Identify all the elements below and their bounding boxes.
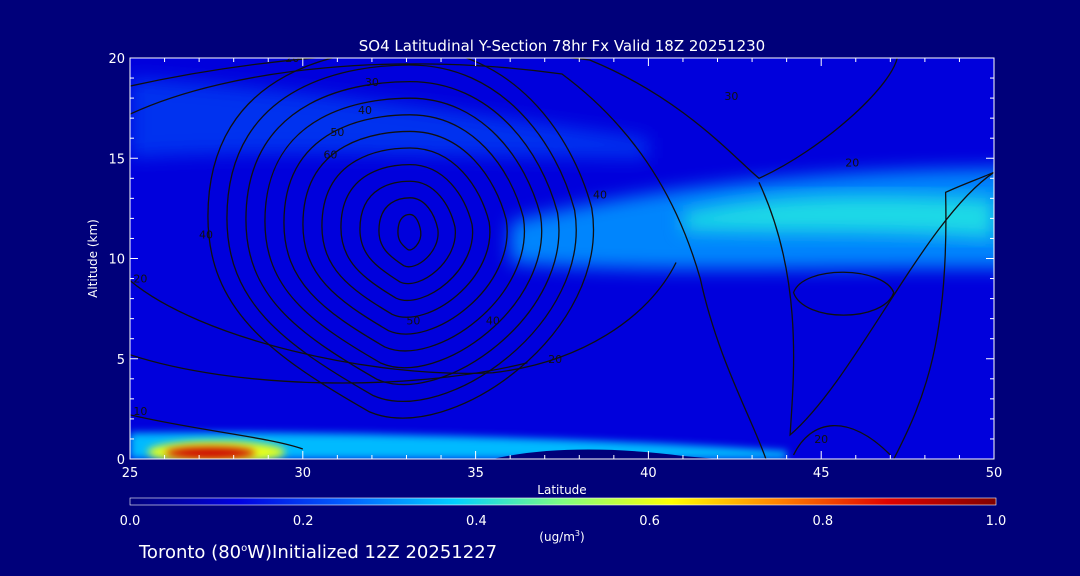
x-tick-label: 50: [986, 466, 1003, 481]
x-tick-label: 25: [122, 466, 139, 481]
x-tick-label: 45: [813, 466, 830, 481]
contour-label: 50: [406, 315, 420, 328]
field-surface-max-core: [165, 446, 256, 459]
contour-label: 20: [285, 52, 299, 65]
chart-svg: SO4 Latitudinal Y-Section 78hr Fx Valid …: [86, 37, 1007, 544]
colorbar-tick-label: 0.6: [639, 514, 660, 529]
contour-label: 10: [133, 405, 147, 418]
contour-label: 40: [486, 315, 500, 328]
contour-label: 40: [199, 228, 213, 241]
colorbar: 0.0 0.2 0.4 0.6 0.8 1.0 (ug/m3): [120, 497, 1007, 544]
contour-label: 20: [845, 156, 859, 169]
y-tick-label: 0: [117, 453, 125, 468]
contour-label: 20: [133, 273, 147, 286]
contour-label: 60: [323, 148, 337, 161]
footer-location: Toronto (80: [139, 542, 242, 563]
contour-label: 20: [548, 353, 562, 366]
y-tick-label: 10: [108, 253, 125, 268]
colorbar-unit-base: (ug/m: [539, 530, 575, 544]
colorbar-tick-label: 1.0: [986, 514, 1007, 529]
contour-label: 50: [330, 126, 344, 139]
colorbar-tick-label: 0.4: [466, 514, 487, 529]
contour-label: 30: [365, 76, 379, 89]
contour-label: 40: [593, 188, 607, 201]
colorbar-tick-label: 0.8: [812, 514, 833, 529]
colorbar-tick-label: 0.2: [293, 514, 314, 529]
plot-area: 20 30 40 50 60 30 40 20 40 50 40 20 20 10 20: [130, 52, 994, 459]
contour-label: 20: [814, 433, 828, 446]
colorbar-unit-close: ): [580, 530, 585, 544]
contour-label: 30: [724, 90, 738, 103]
y-tick-label: 15: [108, 152, 125, 167]
x-axis-label: Latitude: [537, 483, 586, 497]
footer-initialization: Toronto (80oW)Initialized 12Z 20251227: [139, 542, 497, 563]
y-tick-label: 20: [108, 52, 125, 67]
chart-title: SO4 Latitudinal Y-Section 78hr Fx Valid …: [359, 37, 765, 55]
x-tick-label: 35: [467, 466, 484, 481]
y-axis-label: Altitude (km): [86, 219, 100, 298]
colorbar-unit: (ug/m3): [539, 529, 584, 544]
footer-initialized: W)Initialized 12Z 20251227: [247, 542, 498, 563]
x-tick-label: 40: [640, 466, 657, 481]
contour-label: 40: [358, 104, 372, 117]
colorbar-tick-label: 0.0: [120, 514, 141, 529]
y-tick-label: 5: [117, 353, 125, 368]
x-tick-label: 30: [295, 466, 312, 481]
colorbar-gradient: [129, 497, 997, 506]
